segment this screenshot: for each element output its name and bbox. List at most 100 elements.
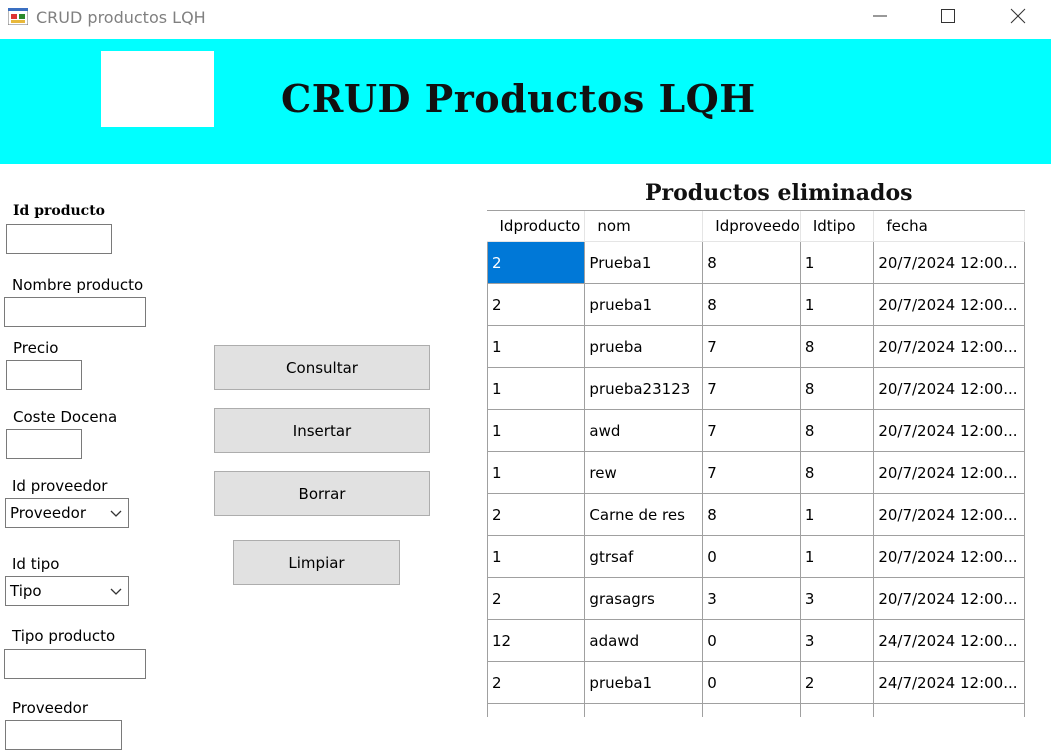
cell-idproducto[interactable]: 2 xyxy=(487,661,586,704)
cell-fecha[interactable] xyxy=(873,703,1025,717)
cell-nom[interactable]: prueba1 xyxy=(584,661,704,704)
grid-header-row: Idproducto nom Idproveedo Idtipo fecha xyxy=(487,211,1025,242)
id-proveedor-select[interactable]: Proveedor xyxy=(5,498,129,528)
cell-fecha[interactable]: 20/7/2024 12:00... xyxy=(873,535,1025,578)
cell-idproveedor[interactable]: 3 xyxy=(702,577,801,620)
cell-idtipo[interactable]: 1 xyxy=(800,241,875,284)
cell-nom[interactable]: awd xyxy=(584,409,704,452)
table-row[interactable]: 2 prueba1 8 1 20/7/2024 12:00... xyxy=(487,283,1025,326)
cell-nom[interactable]: prueba1 xyxy=(584,283,704,326)
cell-idproveedor[interactable]: 0 xyxy=(702,535,801,578)
cell-idtipo[interactable]: 1 xyxy=(800,535,875,578)
cell-idproducto[interactable]: 1 xyxy=(487,451,586,494)
table-row[interactable]: 2 prueba1 0 2 24/7/2024 12:00... xyxy=(487,661,1025,704)
cell-idproducto[interactable]: 12 xyxy=(487,619,586,662)
cell-idtipo[interactable]: 1 xyxy=(800,283,875,326)
cell-nom[interactable]: Prueba1 xyxy=(584,241,704,284)
limpiar-button[interactable]: Limpiar xyxy=(233,540,400,585)
tipo-producto-input[interactable] xyxy=(4,649,146,679)
nombre-producto-input[interactable] xyxy=(4,297,146,327)
column-header-idproveedor[interactable]: Idproveedo xyxy=(702,211,801,242)
cell-fecha[interactable]: 20/7/2024 12:00... xyxy=(873,241,1025,284)
cell-idproveedor[interactable]: 0 xyxy=(702,619,801,662)
cell-idproducto[interactable]: 2 xyxy=(487,283,586,326)
cell-fecha[interactable]: 20/7/2024 12:00... xyxy=(873,325,1025,368)
cell-nom[interactable] xyxy=(584,703,704,717)
proveedor-input[interactable] xyxy=(5,720,122,750)
cell-fecha[interactable]: 20/7/2024 12:00... xyxy=(873,283,1025,326)
cell-fecha[interactable]: 24/7/2024 12:00... xyxy=(873,661,1025,704)
column-header-idtipo[interactable]: Idtipo xyxy=(800,211,875,242)
cell-idproveedor[interactable]: 0 xyxy=(702,661,801,704)
cell-idtipo[interactable]: 8 xyxy=(800,325,875,368)
cell-idproducto[interactable]: 2 xyxy=(487,241,586,284)
cell-idtipo[interactable]: 3 xyxy=(800,577,875,620)
cell-idproducto[interactable]: 1 xyxy=(487,325,586,368)
close-button[interactable] xyxy=(995,0,1041,32)
cell-nom[interactable]: prueba23123 xyxy=(584,367,704,410)
table-row[interactable]: 12 adawd 0 3 24/7/2024 12:00... xyxy=(487,619,1025,662)
cell-nom[interactable]: grasagrs xyxy=(584,577,704,620)
column-header-nom[interactable]: nom xyxy=(584,211,704,242)
cell-idproducto[interactable]: 1 xyxy=(487,535,586,578)
minimize-button[interactable] xyxy=(857,0,903,32)
table-row[interactable]: 2 Prueba1 8 1 20/7/2024 12:00... xyxy=(487,241,1025,284)
cell-idproveedor[interactable]: 8 xyxy=(702,493,801,536)
cell-idtipo[interactable]: 2 xyxy=(800,661,875,704)
insertar-button[interactable]: Insertar xyxy=(214,408,430,453)
cell-nom[interactable]: Carne de res xyxy=(584,493,704,536)
table-row[interactable] xyxy=(487,703,1025,717)
coste-docena-input[interactable] xyxy=(6,429,82,459)
id-producto-input[interactable] xyxy=(6,224,112,254)
cell-idproducto[interactable]: 1 xyxy=(487,367,586,410)
coste-docena-label: Coste Docena xyxy=(13,408,118,426)
column-header-idproducto[interactable]: Idproducto xyxy=(487,211,586,242)
cell-fecha[interactable]: 24/7/2024 12:00... xyxy=(873,619,1025,662)
deleted-products-grid[interactable]: Idproducto nom Idproveedo Idtipo fecha 2… xyxy=(487,210,1025,717)
table-row[interactable]: 2 Carne de res 8 1 20/7/2024 12:00... xyxy=(487,493,1025,536)
consultar-button[interactable]: Consultar xyxy=(214,345,430,390)
cell-idtipo[interactable] xyxy=(800,703,875,717)
cell-idproducto[interactable]: 1 xyxy=(487,409,586,452)
cell-fecha[interactable]: 20/7/2024 12:00... xyxy=(873,577,1025,620)
cell-fecha[interactable]: 20/7/2024 12:00... xyxy=(873,451,1025,494)
minimize-icon xyxy=(873,15,887,17)
cell-idtipo[interactable]: 3 xyxy=(800,619,875,662)
cell-idproveedor[interactable]: 7 xyxy=(702,409,801,452)
cell-idtipo[interactable]: 8 xyxy=(800,409,875,452)
table-row[interactable]: 1 rew 7 8 20/7/2024 12:00... xyxy=(487,451,1025,494)
cell-idproveedor[interactable]: 8 xyxy=(702,283,801,326)
cell-fecha[interactable]: 20/7/2024 12:00... xyxy=(873,493,1025,536)
table-row[interactable]: 1 prueba23123 7 8 20/7/2024 12:00... xyxy=(487,367,1025,410)
cell-idproducto[interactable]: 2 xyxy=(487,577,586,620)
maximize-button[interactable] xyxy=(925,0,971,32)
cell-fecha[interactable]: 20/7/2024 12:00... xyxy=(873,367,1025,410)
cell-idproducto[interactable] xyxy=(487,703,586,717)
cell-idproveedor[interactable] xyxy=(702,703,801,717)
cell-idproducto[interactable]: 2 xyxy=(487,493,586,536)
chevron-down-icon xyxy=(110,588,122,595)
cell-idproveedor[interactable]: 8 xyxy=(702,241,801,284)
cell-idtipo[interactable]: 8 xyxy=(800,367,875,410)
id-tipo-select[interactable]: Tipo xyxy=(5,576,129,606)
table-row[interactable]: 2 grasagrs 3 3 20/7/2024 12:00... xyxy=(487,577,1025,620)
grid-title: Productos eliminados xyxy=(645,180,913,206)
borrar-button[interactable]: Borrar xyxy=(214,471,430,516)
table-row[interactable]: 1 prueba 7 8 20/7/2024 12:00... xyxy=(487,325,1025,368)
cell-nom[interactable]: prueba xyxy=(584,325,704,368)
cell-idproveedor[interactable]: 7 xyxy=(702,367,801,410)
table-row[interactable]: 1 awd 7 8 20/7/2024 12:00... xyxy=(487,409,1025,452)
cell-idtipo[interactable]: 8 xyxy=(800,451,875,494)
cell-idproveedor[interactable]: 7 xyxy=(702,325,801,368)
column-header-fecha[interactable]: fecha xyxy=(873,211,1025,242)
cell-idproveedor[interactable]: 7 xyxy=(702,451,801,494)
cell-nom[interactable]: gtrsaf xyxy=(584,535,704,578)
precio-input[interactable] xyxy=(6,360,82,390)
cell-idtipo[interactable]: 1 xyxy=(800,493,875,536)
chevron-down-icon xyxy=(110,510,122,517)
table-row[interactable]: 1 gtrsaf 0 1 20/7/2024 12:00... xyxy=(487,535,1025,578)
proveedor-label: Proveedor xyxy=(12,699,88,717)
cell-nom[interactable]: rew xyxy=(584,451,704,494)
cell-fecha[interactable]: 20/7/2024 12:00... xyxy=(873,409,1025,452)
cell-nom[interactable]: adawd xyxy=(584,619,704,662)
